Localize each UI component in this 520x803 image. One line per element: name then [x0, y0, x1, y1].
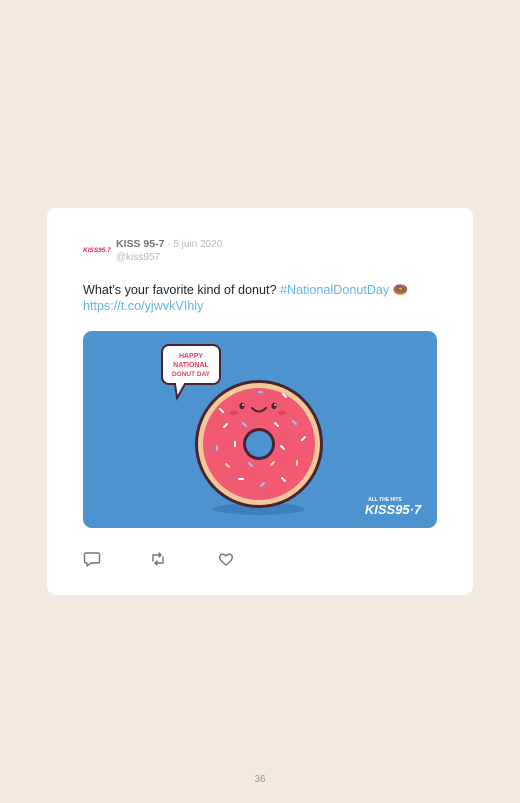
- tweet-media-image[interactable]: HAPPY NATIONAL DONUT DAY ALL THE HITS KI…: [83, 331, 437, 528]
- page-number: 36: [254, 774, 266, 785]
- tweet-card: KISS95.7 KISS 95-7 · 5 juin 2020 @kiss95…: [47, 208, 473, 595]
- bubble-line-1: HAPPY: [179, 353, 203, 360]
- display-name[interactable]: KISS 95-7: [116, 238, 164, 250]
- kiss957-avatar-logo: KISS95.7: [83, 247, 111, 254]
- user-handle[interactable]: @kiss957: [116, 251, 222, 264]
- tweet-url-link[interactable]: https://t.co/yjwvkVIhly: [83, 299, 203, 313]
- bubble-line-3: DONUT DAY: [172, 371, 211, 378]
- separator-dot: ·: [164, 239, 174, 250]
- tweet-body: What's your favorite kind of donut?: [83, 283, 281, 297]
- logo-text: KISS95·7: [365, 502, 422, 517]
- donut-emoji: 🍩: [392, 283, 409, 297]
- donut-illustration: HAPPY NATIONAL DONUT DAY ALL THE HITS KI…: [161, 344, 422, 517]
- avatar-logo-text: KISS95.7: [83, 247, 111, 254]
- tweet-text: What's your favorite kind of donut? #Nat…: [83, 282, 443, 314]
- bubble-line-2: NATIONAL: [173, 362, 209, 369]
- hashtag-link[interactable]: #NationalDonutDay: [280, 283, 389, 297]
- tweet-actions: [83, 550, 283, 568]
- heart-icon[interactable]: [217, 550, 235, 568]
- retweet-icon[interactable]: [149, 550, 167, 568]
- tweet-date[interactable]: 5 juin 2020: [173, 239, 222, 250]
- tweet-header: KISS 95-7 · 5 juin 2020 @kiss957: [116, 238, 222, 264]
- reply-icon[interactable]: [83, 550, 101, 568]
